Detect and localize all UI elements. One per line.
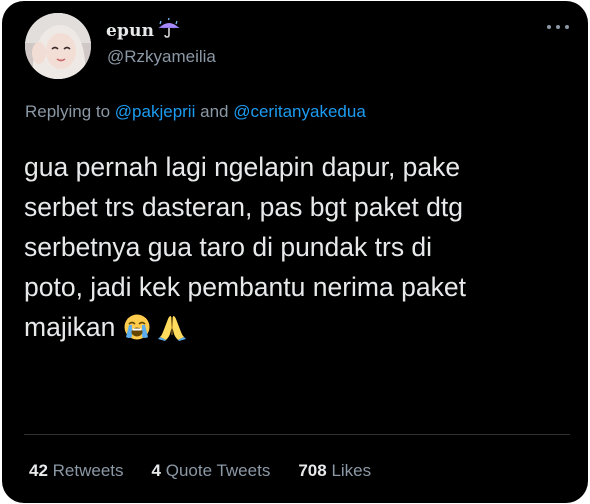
umbrella-with-rain-icon [156, 17, 182, 38]
folded-hands-icon [158, 312, 187, 341]
loudly-crying-face-icon [123, 312, 151, 340]
tweet-text: gua pernah lagi ngelapin dapur, pake ser… [24, 147, 572, 347]
tweet-stats: 42 Retweets 4 Quote Tweets 708 Likes [29, 461, 371, 481]
user-handle[interactable]: @Rzkyameilia [107, 47, 216, 67]
retweets-label: Retweets [52, 461, 124, 480]
tweet-text-line-last: majikan [24, 307, 572, 347]
likes-stat[interactable]: 708 Likes [298, 461, 371, 481]
avatar[interactable] [25, 13, 91, 79]
quote-tweets-label: Quote Tweets [165, 461, 271, 480]
dot-icon [547, 25, 551, 29]
quote-tweets-stat[interactable]: 4 Quote Tweets [152, 461, 271, 481]
tweet-card: epun @Rzkyameilia Replying to @pakjeprii… [2, 1, 588, 503]
dot-icon [556, 25, 560, 29]
avatar-photo [25, 13, 91, 79]
tweet-text-line: serbetnya gua taro di pundak trs di [24, 232, 433, 262]
retweets-stat[interactable]: 42 Retweets [29, 461, 124, 481]
author-name-row[interactable]: epun [106, 17, 182, 43]
display-name[interactable]: epun [106, 21, 154, 41]
replying-connector: and [200, 102, 229, 121]
likes-count: 708 [298, 461, 327, 480]
tweet-text-final-word: majikan [24, 312, 116, 342]
replying-to-label: Replying to [25, 102, 111, 121]
likes-label: Likes [331, 461, 372, 480]
quote-tweets-count: 4 [151, 461, 161, 480]
dot-icon [565, 25, 569, 29]
mention-link-ceritanyakedua[interactable]: @ceritanyakedua [233, 102, 366, 121]
divider [24, 434, 570, 435]
mention-link-pakjeprii[interactable]: @pakjeprii [115, 102, 196, 121]
replying-to-line: Replying to @pakjeprii and @ceritanyaked… [25, 102, 366, 122]
more-options-icon[interactable] [547, 19, 569, 35]
retweets-count: 42 [29, 461, 48, 480]
tweet-text-line: poto, jadi kek pembantu nerima paket [24, 272, 466, 302]
tweet-text-line: gua pernah lagi ngelapin dapur, pake [24, 152, 461, 182]
tweet-text-line: serbet trs dasteran, pas bgt paket dtg [24, 192, 463, 222]
